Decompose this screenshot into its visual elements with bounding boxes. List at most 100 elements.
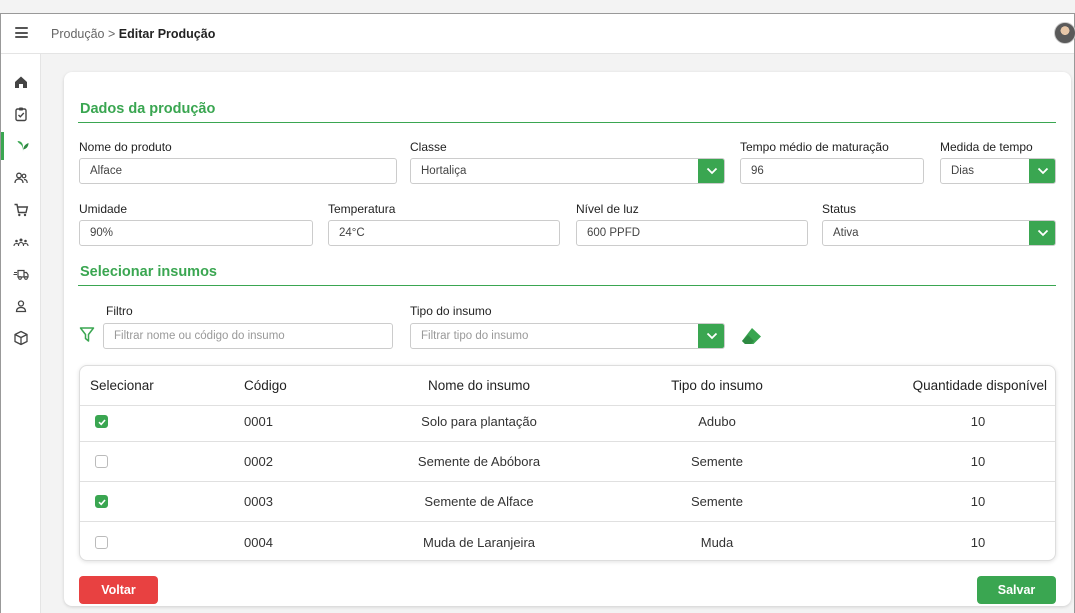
sidebar-item-clients[interactable]: [1, 164, 41, 192]
header-quantidade: Quantidade disponível: [912, 378, 1047, 393]
status-dropdown-button[interactable]: [1029, 221, 1055, 245]
table-row[interactable]: 0003 Semente de Alface Semente 10: [80, 482, 1055, 522]
umidade-label: Umidade: [79, 202, 128, 216]
insumos-table: Selecionar Código Nome do insumo Tipo do…: [79, 365, 1056, 561]
chevron-down-icon: [1037, 167, 1048, 175]
sidebar-item-stock[interactable]: [1, 324, 41, 352]
tempo-field[interactable]: 96: [740, 158, 924, 184]
row-tipo: Adubo: [698, 414, 736, 429]
filtro-input[interactable]: Filtrar nome ou código do insumo: [103, 323, 393, 349]
header-tipo: Tipo do insumo: [671, 378, 763, 393]
row-nome: Semente de Alface: [424, 494, 534, 509]
header-codigo: Código: [244, 378, 287, 393]
classe-value: Hortaliça: [421, 165, 467, 177]
sidebar-item-sales[interactable]: [1, 196, 41, 224]
chevron-down-icon: [706, 167, 717, 175]
tipo-placeholder: Filtrar tipo do insumo: [421, 330, 529, 342]
table-row[interactable]: 0002 Semente de Abóbora Semente 10: [80, 442, 1055, 482]
medida-dropdown-button[interactable]: [1029, 159, 1055, 183]
row-nome: Muda de Laranjeira: [422, 534, 536, 550]
team-icon: [13, 238, 29, 247]
app-frame: Produção > Editar Produção Dados da prod…: [0, 13, 1075, 613]
classe-dropdown-button[interactable]: [698, 159, 724, 183]
row-quantidade: 10: [970, 454, 986, 469]
sidebar-item-tasks[interactable]: [1, 100, 41, 128]
check-icon: [97, 498, 106, 505]
users-icon: [14, 172, 28, 184]
row-tipo: Muda: [700, 534, 734, 550]
medida-value: Dias: [951, 165, 975, 177]
luz-field[interactable]: 600 PPFD: [576, 220, 808, 246]
save-button[interactable]: Salvar: [977, 576, 1056, 604]
filter-icon: [79, 327, 95, 342]
table-header: Selecionar Código Nome do insumo Tipo do…: [80, 366, 1055, 406]
filtro-label: Filtro: [106, 304, 133, 318]
status-label: Status: [822, 202, 857, 216]
row-checkbox[interactable]: [95, 495, 108, 508]
home-icon: [15, 76, 27, 88]
plant-icon: [17, 141, 28, 152]
eraser-icon[interactable]: [740, 326, 764, 348]
tipo-dropdown-button[interactable]: [698, 324, 724, 348]
row-nome: Semente de Abóbora: [417, 454, 541, 469]
row-codigo: 0003: [244, 494, 273, 509]
row-codigo: 0001: [244, 414, 273, 429]
row-tipo: Semente: [690, 454, 744, 469]
row-select-cell: [95, 522, 108, 560]
table-row[interactable]: 0001 Solo para plantação Adubo 10: [80, 402, 1055, 442]
sidebar-item-profile[interactable]: [1, 292, 41, 320]
classe-label: Classe: [410, 140, 447, 154]
top-bar: Produção > Editar Produção: [1, 14, 1075, 54]
section-divider: [78, 122, 1056, 123]
tipo-select[interactable]: Filtrar tipo do insumo: [410, 323, 725, 349]
tempo-label: Tempo médio de maturação: [740, 140, 889, 154]
section-title-dados: Dados da produção: [80, 101, 216, 117]
medida-label: Medida de tempo: [940, 140, 1033, 154]
sidebar-item-home[interactable]: [1, 68, 41, 96]
breadcrumb-parent[interactable]: Produção: [51, 27, 105, 41]
row-codigo: 0004: [244, 534, 273, 550]
user-icon: [15, 300, 27, 313]
sidebar-item-team[interactable]: [1, 228, 41, 256]
sidebar-item-production[interactable]: [1, 132, 41, 160]
sidebar-item-logistics[interactable]: [1, 260, 41, 288]
status-value: Ativa: [833, 227, 859, 239]
nome-label: Nome do produto: [79, 140, 172, 154]
section-divider: [78, 285, 1056, 286]
menu-icon[interactable]: [15, 27, 28, 38]
temperatura-field[interactable]: 24°C: [328, 220, 560, 246]
cart-icon: [14, 203, 29, 217]
back-button[interactable]: Voltar: [79, 576, 158, 604]
truck-icon: [13, 269, 29, 280]
chevron-down-icon: [1037, 229, 1048, 237]
row-select-cell: [95, 482, 108, 521]
row-quantidade: 10: [970, 534, 986, 550]
check-icon: [97, 418, 106, 425]
sidebar: [1, 54, 41, 613]
luz-label: Nível de luz: [576, 202, 639, 216]
clipboard-check-icon: [15, 107, 27, 122]
umidade-field[interactable]: 90%: [79, 220, 313, 246]
row-quantidade: 10: [970, 414, 986, 429]
table-row[interactable]: 0004 Muda de Laranjeira Muda 10: [80, 522, 1055, 560]
chevron-down-icon: [706, 332, 717, 340]
row-select-cell: [95, 442, 108, 481]
tipo-label: Tipo do insumo: [410, 304, 492, 318]
breadcrumb-separator: >: [108, 27, 116, 41]
box-icon: [14, 330, 28, 346]
row-checkbox[interactable]: [95, 535, 108, 549]
production-form-card: Dados da produção Nome do produto Alface…: [64, 72, 1071, 606]
row-checkbox[interactable]: [95, 415, 108, 428]
avatar[interactable]: [1054, 22, 1075, 44]
row-checkbox[interactable]: [95, 455, 108, 468]
classe-select[interactable]: Hortaliça: [410, 158, 725, 184]
row-tipo: Semente: [690, 494, 744, 509]
nome-field[interactable]: Alface: [79, 158, 397, 184]
header-nome: Nome do insumo: [427, 378, 531, 393]
row-nome: Solo para plantação: [421, 414, 537, 429]
medida-select[interactable]: Dias: [940, 158, 1056, 184]
status-select[interactable]: Ativa: [822, 220, 1056, 246]
temperatura-label: Temperatura: [328, 202, 396, 216]
row-codigo: 0002: [244, 454, 273, 469]
header-selecionar: Selecionar: [90, 378, 154, 393]
